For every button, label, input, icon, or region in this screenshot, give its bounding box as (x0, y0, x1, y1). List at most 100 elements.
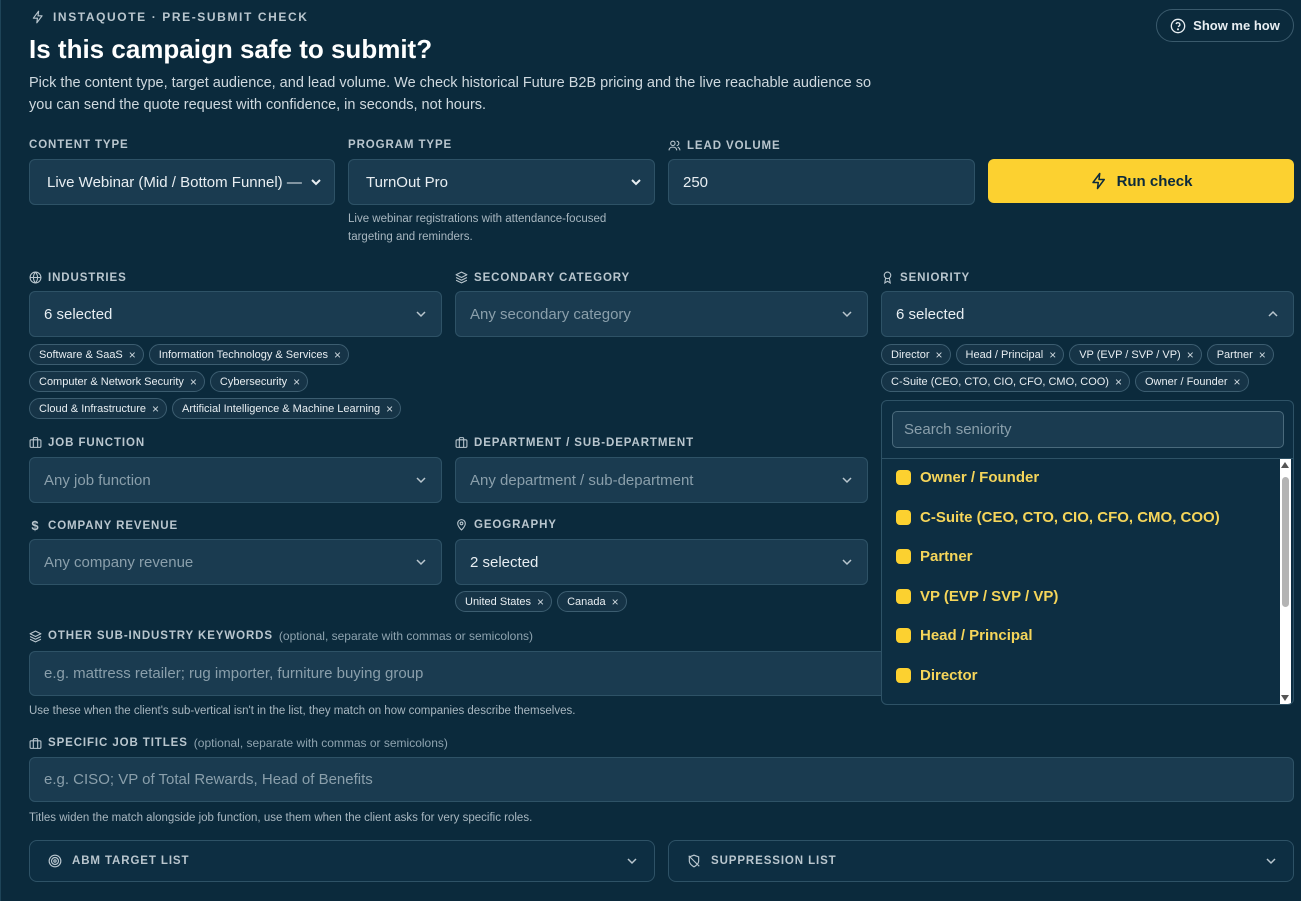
seniority-chip[interactable]: Owner / Founder × (1135, 371, 1249, 392)
secondary-category-select[interactable]: Any secondary category (455, 291, 868, 337)
job-titles-input[interactable]: e.g. CISO; VP of Total Rewards, Head of … (29, 757, 1294, 802)
close-icon[interactable]: × (386, 403, 393, 415)
close-icon[interactable]: × (1115, 376, 1122, 388)
page-subtitle: Pick the content type, target audience, … (29, 75, 872, 113)
eyebrow: INSTAQUOTE · PRE-SUBMIT CHECK (31, 10, 309, 24)
scrollbar-thumb[interactable] (1282, 477, 1289, 607)
program-type-select[interactable]: TurnOut Pro (348, 159, 655, 205)
suppression-list-label: SUPPRESSION LIST (711, 855, 837, 867)
seniority-chips: Director × Head / Principal × VP (EVP / SV… (881, 344, 1293, 392)
industry-chip[interactable]: Software & SaaS × (29, 344, 144, 365)
lead-volume-input[interactable]: 250 (668, 159, 975, 205)
eyebrow-text: INSTAQUOTE · PRE-SUBMIT CHECK (53, 10, 309, 24)
seniority-search-placeholder: Search seniority (904, 421, 1012, 438)
close-icon[interactable]: × (129, 349, 136, 361)
suppression-list-toggle[interactable]: SUPPRESSION LIST (668, 840, 1294, 882)
chip-label: VP (EVP / SVP / VP) (1079, 348, 1181, 361)
abm-target-list-toggle[interactable]: ABM TARGET LIST (29, 840, 655, 882)
dollar-icon: $ (31, 518, 40, 533)
chevron-down-icon (842, 477, 852, 484)
close-icon[interactable]: × (936, 349, 943, 361)
scrollbar[interactable] (1280, 459, 1291, 704)
close-icon[interactable]: × (1234, 376, 1241, 388)
seniority-label: SENIORITY (881, 271, 970, 284)
bolt-icon (1091, 172, 1105, 190)
checkbox-checked-icon[interactable] (896, 668, 911, 683)
content-type-value: Live Webinar (Mid / Bottom Funnel) — (47, 173, 302, 191)
run-check-button[interactable]: Run check (988, 159, 1294, 203)
seniority-option[interactable]: C-Suite (CEO, CTO, CIO, CFO, CMO, COO) (896, 509, 1220, 526)
industry-chip[interactable]: Information Technology & Services × (148, 344, 349, 365)
chip-label: C-Suite (CEO, CTO, CIO, CFO, CMO, COO) (891, 375, 1109, 388)
geography-chip[interactable]: United States × (455, 591, 553, 612)
close-icon[interactable]: × (1187, 349, 1194, 361)
department-label: DEPARTMENT / SUB-DEPARTMENT (455, 436, 694, 449)
scroll-up-arrow-icon[interactable] (1281, 462, 1289, 468)
briefcase-icon (29, 437, 42, 448)
industries-select[interactable]: 6 selected (29, 291, 442, 337)
seniority-option[interactable]: Director (896, 667, 978, 684)
seniority-chip[interactable]: Partner × (1206, 344, 1274, 365)
seniority-option[interactable]: Partner (896, 548, 973, 565)
job-function-select[interactable]: Any job function (29, 457, 442, 503)
job-titles-label: SPECIFIC JOB TITLES (optional, separate … (29, 736, 448, 750)
checkbox-checked-icon[interactable] (896, 470, 911, 485)
abm-target-list-label: ABM TARGET LIST (72, 855, 190, 867)
industry-chip[interactable]: Cloud & Infrastructure × (29, 398, 168, 419)
scroll-down-arrow-icon[interactable] (1281, 695, 1289, 701)
seniority-chip[interactable]: VP (EVP / SVP / VP) × (1069, 344, 1202, 365)
checkbox-checked-icon[interactable] (896, 510, 911, 525)
close-icon[interactable]: × (190, 376, 197, 388)
seniority-option-label: Head / Principal (920, 627, 1033, 644)
seniority-option[interactable]: Owner / Founder (896, 469, 1039, 486)
program-type-label: PROGRAM TYPE (348, 139, 452, 151)
industries-value: 6 selected (44, 305, 113, 323)
job-titles-help: Titles widen the match alongside job fun… (29, 812, 533, 824)
industry-chip[interactable]: Computer & Network Security × (29, 371, 205, 392)
secondary-category-placeholder: Any secondary category (470, 305, 631, 323)
department-select[interactable]: Any department / sub-department (455, 457, 868, 503)
program-type-value: TurnOut Pro (366, 173, 448, 191)
checkbox-checked-icon[interactable] (896, 589, 911, 604)
close-icon[interactable]: × (1049, 349, 1056, 361)
checkbox-checked-icon[interactable] (896, 549, 911, 564)
seniority-option-label: VP (EVP / SVP / VP) (920, 588, 1059, 605)
shield-off-icon (688, 854, 700, 868)
page: INSTAQUOTE · PRE-SUBMIT CHECK Is this ca… (0, 0, 1301, 901)
seniority-option[interactable]: Head / Principal (896, 627, 1033, 644)
industry-chip[interactable]: Artificial Intelligence & Machine Learni… (172, 398, 402, 419)
industry-chip[interactable]: Cybersecurity × (209, 371, 309, 392)
geography-label: GEOGRAPHY (455, 518, 557, 531)
geography-select[interactable]: 2 selected (455, 539, 868, 585)
help-circle-icon (1170, 18, 1186, 33)
divider (882, 458, 1293, 459)
checkbox-checked-icon[interactable] (896, 628, 911, 643)
close-icon[interactable]: × (612, 596, 619, 608)
seniority-search-input[interactable]: Search seniority (892, 411, 1284, 448)
seniority-chip[interactable]: Director × (881, 344, 951, 365)
lead-volume-value: 250 (683, 173, 709, 191)
job-function-label: JOB FUNCTION (29, 436, 145, 449)
sub-industry-help: Use these when the client's sub-vertical… (29, 705, 576, 717)
chip-label: Cybersecurity (219, 375, 288, 388)
seniority-select[interactable]: 6 selected (881, 291, 1294, 337)
close-icon[interactable]: × (1259, 349, 1266, 361)
close-icon[interactable]: × (152, 403, 159, 415)
geography-chip[interactable]: Canada × (557, 591, 627, 612)
close-icon[interactable]: × (334, 349, 341, 361)
company-revenue-select[interactable]: Any company revenue (29, 539, 442, 585)
seniority-chip[interactable]: C-Suite (CEO, CTO, CIO, CFO, CMO, COO) × (881, 371, 1130, 392)
program-type-help: Live webinar registrations with attendan… (348, 213, 607, 243)
secondary-category-label: SECONDARY CATEGORY (455, 271, 630, 284)
close-icon[interactable]: × (537, 596, 544, 608)
content-type-select[interactable]: Live Webinar (Mid / Bottom Funnel) — (29, 159, 335, 205)
lead-volume-label: LEAD VOLUME (668, 139, 781, 152)
seniority-chip[interactable]: Head / Principal × (955, 344, 1065, 365)
page-title: Is this campaign safe to submit? (29, 34, 433, 64)
show-me-how-button[interactable]: Show me how (1156, 9, 1294, 42)
close-icon[interactable]: × (293, 376, 300, 388)
job-titles-placeholder: e.g. CISO; VP of Total Rewards, Head of … (44, 771, 373, 788)
department-placeholder: Any department / sub-department (470, 471, 694, 489)
seniority-option-label: Owner / Founder (920, 469, 1040, 486)
seniority-option[interactable]: VP (EVP / SVP / VP) (896, 588, 1058, 605)
